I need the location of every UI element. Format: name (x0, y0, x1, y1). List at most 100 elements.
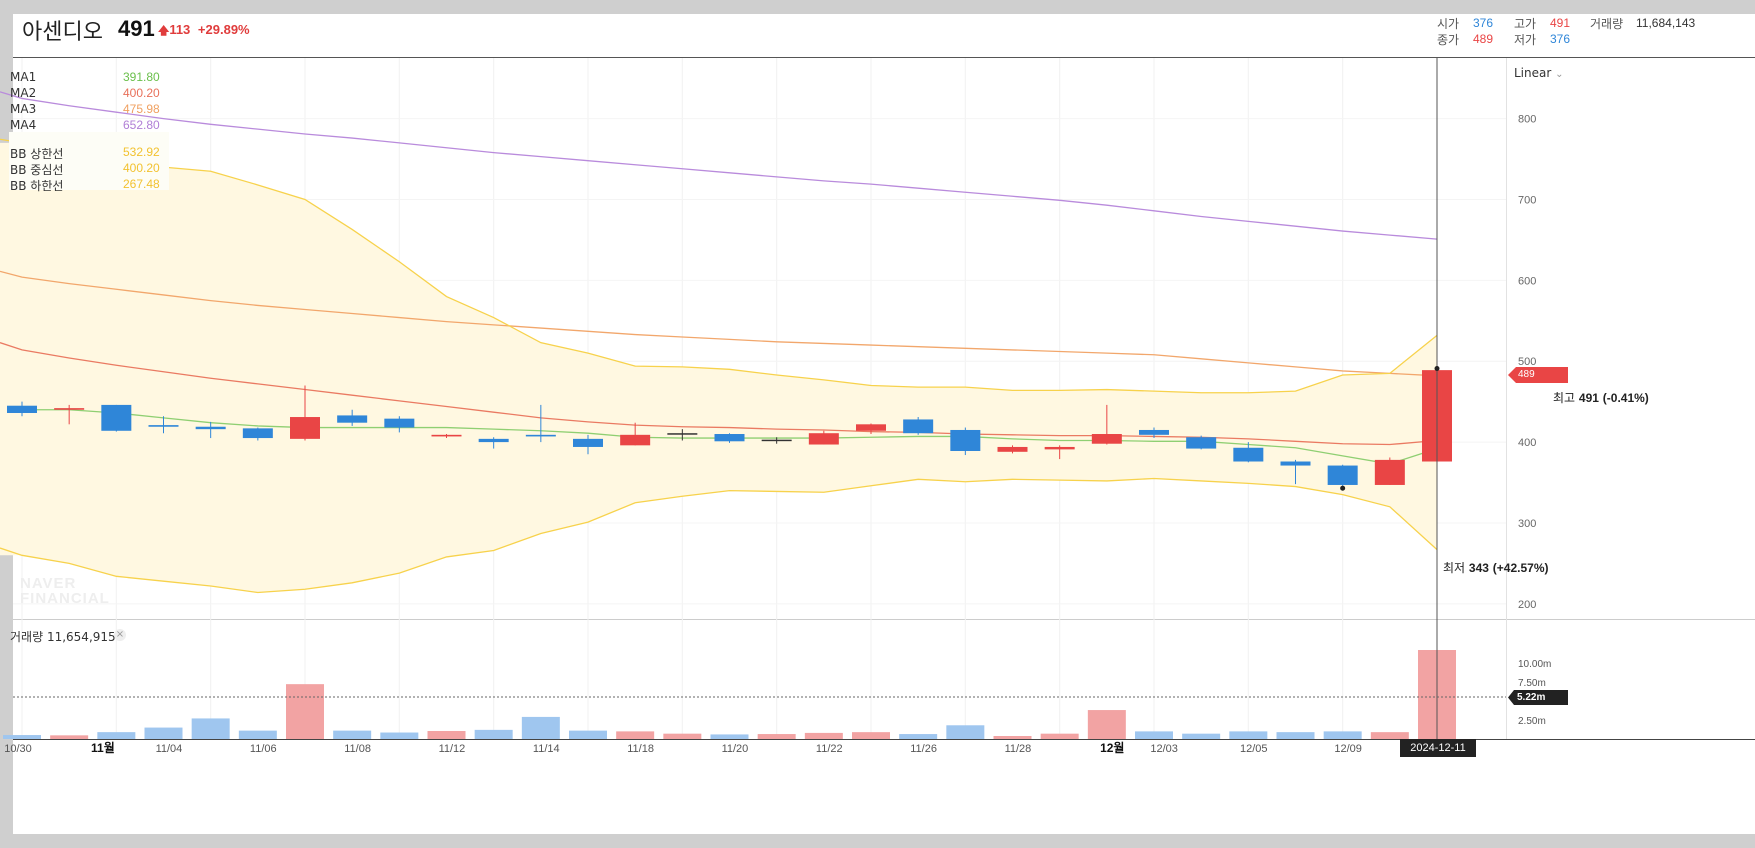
candle-body (808, 433, 839, 445)
candle-body (148, 425, 179, 427)
y-tick-label: 500 (1518, 356, 1536, 368)
candle-body (1233, 447, 1264, 462)
legend-bb-upper-name: BB 상한선 (10, 147, 64, 161)
legend-ma1-value: 391.80 (123, 70, 160, 84)
stock-name: 아센디오 (22, 20, 103, 45)
x-tick-label: 12/03 (1150, 743, 1178, 755)
candle-body (7, 405, 37, 413)
candle-body (950, 429, 981, 451)
x-tick-label: 11월 (91, 740, 115, 755)
candle-body (478, 438, 509, 443)
legend-ma1[interactable]: MA1 391.80 (10, 70, 160, 84)
legend-bb-lower-name: BB 하한선 (10, 179, 64, 193)
legend-ma4-value: 652.80 (123, 118, 160, 132)
crosshair-date-tag: 2024-12-11 (1400, 739, 1476, 757)
current-price-tag: 489 (1508, 367, 1568, 383)
y-tick-label: 300 (1518, 518, 1536, 530)
legend-ma2[interactable]: MA2 400.20 (10, 86, 160, 100)
low-annotation-label: 최저 (1443, 561, 1466, 575)
x-axis-line (13, 739, 1755, 740)
volume-bar (474, 729, 513, 739)
candle-body (1091, 434, 1122, 444)
open-value: 376 (1473, 16, 1494, 30)
legend-ma1-name: MA1 (10, 70, 37, 84)
arrow-up-icon: 🡅 (158, 25, 170, 37)
x-tick-label: 11/06 (250, 743, 277, 755)
candle-body (1044, 446, 1075, 450)
close-icon[interactable]: × (114, 629, 126, 641)
volume-bar (427, 731, 466, 739)
volume-bar (97, 732, 136, 739)
x-tick-label: 11/18 (627, 743, 654, 755)
x-tick-label: 11/26 (910, 743, 937, 755)
volume-tick-label: 2.50m (1518, 716, 1546, 727)
header-divider (13, 57, 1755, 58)
x-tick-label: 12월 (1100, 740, 1124, 755)
close-label: 종가 (1437, 33, 1460, 47)
naver-financial-watermark: NAVER FINANCIAL (20, 576, 110, 606)
volume-bar (1229, 731, 1268, 739)
volume-value: 11,684,143 (1636, 16, 1696, 30)
legend-bb-middle[interactable]: BB 중심선 400.20 (10, 161, 160, 178)
candle-body (337, 415, 368, 423)
legend-ma4[interactable]: MA4 652.80 (10, 118, 160, 132)
volume-bar (616, 731, 655, 739)
candle-body (1186, 437, 1217, 449)
legend-bb-lower[interactable]: BB 하한선 267.48 (10, 177, 160, 194)
panel-divider (13, 619, 1755, 620)
candle-body (667, 433, 698, 435)
price-chart[interactable]: 200 300 400 500 600 700 800 2.50m 7.50m 10.00m 10/… (0, 0, 1755, 848)
candle-body (195, 426, 226, 430)
low-marker (1340, 485, 1346, 491)
y-tick-label: 200 (1518, 599, 1536, 611)
legend-ma3-value: 475.98 (123, 102, 160, 116)
volume-bar (380, 732, 419, 739)
x-tick-label: 11/20 (722, 743, 749, 755)
high-annotation-value: 491 (1578, 391, 1599, 405)
x-tick-label: 11/12 (439, 743, 466, 755)
volume-bar (1135, 731, 1173, 739)
volume-label: 거래량 (1590, 17, 1624, 31)
legend-bb-upper-value: 532.92 (123, 145, 160, 159)
candle-body (761, 439, 792, 442)
candle-body (54, 408, 85, 410)
close-value: 489 (1473, 32, 1494, 46)
volume-bar (1182, 733, 1221, 739)
volume-bar (569, 730, 607, 739)
candle-body (903, 419, 934, 434)
candle-body (384, 418, 415, 428)
price-change-pct: +29.89% (197, 22, 250, 37)
high-annotation-pct: (-0.41%) (1602, 391, 1649, 405)
candle-body (620, 434, 651, 446)
legend-ma4-name: MA4 (10, 118, 37, 132)
candle-body (856, 424, 886, 431)
volume-bar (238, 730, 277, 739)
volume-bar (757, 734, 796, 739)
bollinger-band-fill (0, 142, 1437, 593)
high-annotation: 최고 491 (-0.41%) (1553, 389, 1649, 406)
volume-current-tag: 5.22m (1508, 690, 1568, 705)
legend-ma3-name: MA3 (10, 102, 37, 116)
open-label: 시가 (1437, 17, 1460, 31)
y-tick-label: 700 (1518, 195, 1536, 207)
volume-bar (804, 732, 843, 739)
volume-bar (710, 734, 749, 739)
chart-frame: 200 300 400 500 600 700 800 2.50m 7.50m 10.00m 10/… (0, 0, 1755, 848)
volume-bars (3, 650, 1456, 739)
volume-bar (993, 736, 1032, 739)
current-price: 491 (118, 16, 155, 41)
volume-bar (852, 732, 890, 739)
scale-mode-dropdown[interactable]: Linear ⌄ (1514, 66, 1564, 80)
candle-body (997, 446, 1028, 452)
legend-ma3[interactable]: MA3 475.98 (10, 102, 160, 116)
volume-bar (946, 725, 985, 739)
candle-body (573, 438, 603, 447)
candle-body (101, 404, 132, 431)
legend-bb-upper[interactable]: BB 상한선 532.92 (10, 145, 160, 162)
volume-panel-label: 거래량 (10, 630, 44, 644)
volume-tick-label: 10.00m (1518, 659, 1551, 670)
volume-panel-value: 11,654,915 (46, 630, 116, 644)
volume-bar (3, 735, 41, 739)
high-annotation-label: 최고 (1553, 391, 1576, 405)
high-label: 고가 (1514, 17, 1537, 31)
